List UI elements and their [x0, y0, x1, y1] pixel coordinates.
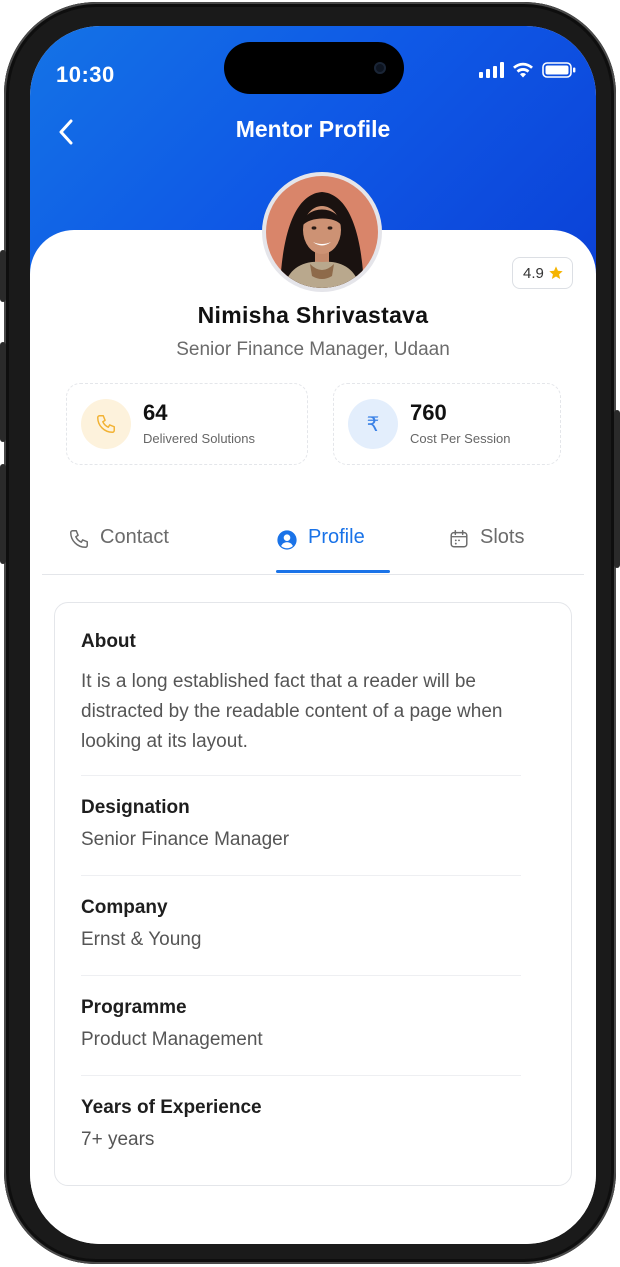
- stat-label: Cost Per Session: [410, 431, 511, 446]
- rating-value: 4.9: [523, 264, 544, 282]
- section-heading: About: [81, 631, 136, 652]
- status-time: 10:30: [56, 62, 115, 87]
- divider: [81, 1075, 521, 1076]
- status-icons: [479, 62, 576, 78]
- designation-section: Designation Senior Finance Manager: [81, 797, 521, 855]
- section-heading: Designation: [81, 797, 190, 818]
- battery-icon: [542, 62, 576, 78]
- experience-section: Years of Experience 7+ years: [81, 1097, 521, 1155]
- stat-icon-circle: ₹: [348, 399, 398, 449]
- power-button: [614, 410, 620, 568]
- wifi-icon: [513, 62, 533, 78]
- avatar: [262, 172, 382, 292]
- phone-icon: [97, 415, 115, 433]
- volume-up-button: [0, 342, 6, 442]
- section-heading: Years of Experience: [81, 1097, 262, 1118]
- active-tab-indicator: [276, 570, 390, 573]
- screen: 10:30 Mentor Profile 4.9 Nimisha Shrivas…: [30, 26, 596, 1244]
- profile-tabs: Contact Profile Slots: [42, 516, 584, 575]
- calendar-icon: [450, 530, 468, 548]
- designation-value: Senior Finance Manager: [81, 829, 290, 850]
- phone-frame: 10:30 Mentor Profile 4.9 Nimisha Shrivas…: [0, 2, 620, 1264]
- star-icon: [549, 266, 563, 279]
- phone-icon: [70, 530, 88, 548]
- experience-value: 7+ years: [81, 1129, 155, 1150]
- tab-label: Slots: [480, 526, 525, 548]
- page-title: Mentor Profile: [235, 116, 391, 142]
- mentor-name: Nimisha Shrivastava: [197, 302, 429, 328]
- stat-cost-per-session: ₹ 760 Cost Per Session: [333, 383, 561, 465]
- mentor-title: Senior Finance Manager, Udaan: [176, 339, 450, 360]
- about-section: About It is a long established fact that…: [81, 631, 521, 757]
- rupee-icon: ₹: [366, 412, 380, 436]
- user-circle-icon: [277, 530, 297, 550]
- tab-label: Profile: [308, 526, 365, 548]
- stat-icon-circle: [81, 399, 131, 449]
- cellular-signal-icon: [479, 62, 504, 78]
- section-heading: Programme: [81, 997, 187, 1018]
- dynamic-island: [224, 42, 404, 94]
- mentor-photo: [266, 176, 378, 288]
- rating-badge: 4.9: [512, 257, 573, 289]
- stat-value: 64: [143, 400, 168, 425]
- stat-delivered-solutions: 64 Delivered Solutions: [66, 383, 308, 465]
- about-text: It is a long established fact that a rea…: [81, 671, 503, 752]
- divider: [81, 975, 521, 976]
- programme-section: Programme Product Management: [81, 997, 521, 1055]
- action-button: [0, 250, 6, 302]
- profile-details-card: About It is a long established fact that…: [54, 602, 572, 1186]
- camera-icon: [374, 62, 386, 74]
- programme-value: Product Management: [81, 1029, 263, 1050]
- tab-slots[interactable]: Slots: [448, 516, 524, 572]
- volume-down-button: [0, 464, 6, 564]
- divider: [81, 875, 521, 876]
- stat-label: Delivered Solutions: [143, 431, 256, 446]
- divider: [81, 775, 521, 776]
- company-section: Company Ernst & Young: [81, 897, 521, 955]
- tab-profile[interactable]: Profile: [276, 516, 365, 572]
- section-heading: Company: [81, 897, 168, 918]
- tab-label: Contact: [100, 526, 169, 548]
- company-value: Ernst & Young: [81, 929, 202, 950]
- stat-value: 760: [410, 400, 447, 425]
- tab-contact[interactable]: Contact: [68, 516, 169, 572]
